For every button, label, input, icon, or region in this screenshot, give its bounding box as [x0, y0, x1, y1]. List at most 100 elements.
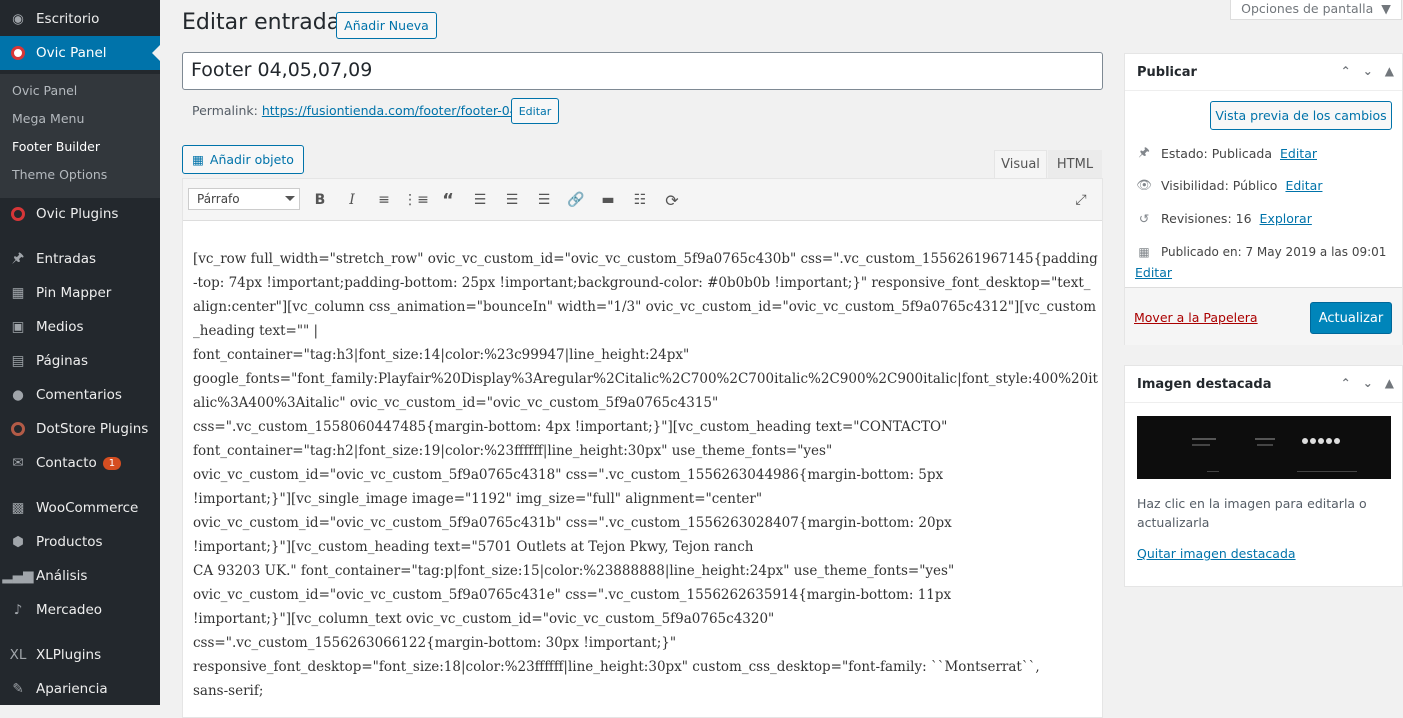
sidebar-item-apariencia[interactable]: ✎ Apariencia: [0, 672, 160, 706]
permalink-edit-button[interactable]: Editar: [511, 98, 559, 124]
sidebar-item-medios[interactable]: ▣ Medios: [0, 310, 160, 344]
footer-preview-image: [1137, 416, 1391, 479]
toolbar-toggle-icon[interactable]: ☷: [629, 189, 651, 211]
publish-visibility: 👁 Visibilidad: Público Editar: [1135, 177, 1322, 193]
sidebar-item-label: Pin Mapper: [36, 285, 112, 301]
sidebar-item-analisis[interactable]: ▂▄▆ Análisis: [0, 559, 160, 593]
chevron-up-icon[interactable]: ⌃: [1341, 64, 1351, 78]
numbered-list-icon[interactable]: ⋮≡: [403, 189, 429, 211]
mail-icon: ✉: [12, 455, 24, 471]
sidebar-item-ovic-plugins[interactable]: Ovic Plugins: [0, 197, 160, 231]
products-icon: ⬢: [12, 534, 24, 550]
screen-options-label: Opciones de pantalla: [1241, 0, 1374, 16]
publish-status: 🖈 Estado: Publicada Editar: [1135, 143, 1317, 164]
sidebar-item-label: Ovic Panel: [36, 45, 107, 61]
align-center-icon[interactable]: ☰: [501, 189, 523, 211]
sidebar-item-label: Apariencia: [36, 681, 108, 697]
sidebar-item-entradas[interactable]: 🖈 Entradas: [0, 242, 160, 276]
permalink-link[interactable]: https://fusiontienda.com/footer/footer-0…: [262, 103, 522, 118]
sidebar-item-contacto[interactable]: ✉ Contacto 1: [0, 446, 160, 480]
sidebar-item-xlplugins[interactable]: XL XLPlugins: [0, 638, 160, 672]
preview-changes-button[interactable]: Vista previa de los cambios: [1210, 101, 1392, 130]
submenu-footer-builder[interactable]: Footer Builder: [12, 139, 100, 154]
featured-image-thumbnail[interactable]: [1137, 416, 1391, 479]
history-icon: ↺: [1138, 211, 1150, 226]
submenu-theme-options[interactable]: Theme Options: [12, 167, 107, 182]
featured-image-help: Haz clic en la imagen para editarla o ac…: [1137, 496, 1367, 530]
bold-icon[interactable]: B: [309, 189, 331, 211]
tab-html[interactable]: HTML: [1048, 150, 1102, 178]
format-select[interactable]: Párrafo: [188, 188, 300, 210]
sidebar-item-label: Mercadeo: [36, 602, 103, 618]
eye-icon: 👁: [1136, 177, 1152, 192]
sidebar-item-comentarios[interactable]: ● Comentarios: [0, 378, 160, 412]
add-new-button[interactable]: Añadir Nueva: [336, 12, 437, 39]
notification-badge: 1: [102, 456, 122, 470]
add-object-button[interactable]: ▦ Añadir objeto: [182, 145, 304, 174]
chevron-up-icon[interactable]: ⌃: [1341, 376, 1351, 390]
submenu-ovic-panel[interactable]: Ovic Panel: [12, 83, 77, 98]
dotstore-icon: [0, 422, 36, 436]
editor-toolbar: Párrafo B I ≡ ⋮≡ “ ☰ ☰ ☰ 🔗 ▬ ☷ ⟳ ⤢: [183, 179, 1102, 221]
align-left-icon[interactable]: ☰: [469, 189, 491, 211]
sidebar-item-label: Productos: [36, 534, 103, 550]
chevron-down-icon[interactable]: ⌄: [1363, 376, 1373, 390]
featured-image-panel: Imagen destacada ⌃ ⌄ ▲ Haz clic en la imag…: [1124, 365, 1403, 587]
sidebar-item-label: Escritorio: [36, 11, 100, 27]
align-right-icon[interactable]: ☰: [533, 189, 555, 211]
sidebar-item-label: Comentarios: [36, 387, 122, 403]
content-editor: Párrafo B I ≡ ⋮≡ “ ☰ ☰ ☰ 🔗 ▬ ☷ ⟳ ⤢ [vc_r…: [182, 178, 1103, 718]
pin-icon: 🖈: [11, 249, 25, 266]
sidebar-item-mercadeo[interactable]: ♪ Mercadeo: [0, 593, 160, 627]
publish-actions: Mover a la Papelera Actualizar: [1125, 287, 1402, 345]
chevron-down-icon[interactable]: ⌄: [1363, 64, 1373, 78]
toggle-panel-icon[interactable]: ▲: [1385, 64, 1394, 78]
sidebar-item-label: Medios: [36, 319, 84, 335]
sidebar-item-label: Entradas: [36, 251, 97, 267]
sidebar-item-label: Análisis: [36, 568, 88, 584]
xl-icon: XL: [9, 647, 27, 663]
status-edit-link[interactable]: Editar: [1280, 146, 1317, 161]
editor-content[interactable]: [vc_row full_width="stretch_row" ovic_vc…: [193, 247, 1098, 703]
analytics-icon: ▂▄▆: [2, 568, 34, 584]
sidebar-item-escritorio[interactable]: ◉ Escritorio: [0, 2, 160, 36]
publish-date: ▦ Publicado en: 7 May 2019 a las 09:01: [1135, 245, 1386, 259]
sidebar-item-paginas[interactable]: ▤ Páginas: [0, 344, 160, 378]
media-icon: ▣: [11, 319, 25, 335]
revisions-label: Revisiones: 16: [1161, 211, 1252, 226]
pin-mapper-icon: ▦: [11, 285, 25, 301]
update-button[interactable]: Actualizar: [1310, 302, 1392, 334]
ovic-plugins-icon: [0, 207, 36, 221]
refresh-icon[interactable]: ⟳: [661, 189, 683, 211]
read-more-icon[interactable]: ▬: [597, 189, 619, 211]
sidebar-item-label: WooCommerce: [36, 500, 139, 516]
bullet-list-icon[interactable]: ≡: [373, 189, 395, 211]
sidebar-item-label: Contacto: [36, 455, 97, 471]
revisions-browse-link[interactable]: Explorar: [1260, 211, 1312, 226]
screen-options-button[interactable]: Opciones de pantalla ▼: [1230, 0, 1402, 20]
fullscreen-icon[interactable]: ⤢: [1070, 189, 1092, 211]
publish-date-edit: Editar: [1135, 265, 1172, 280]
sidebar-item-pin-mapper[interactable]: ▦ Pin Mapper: [0, 276, 160, 310]
move-to-trash-link[interactable]: Mover a la Papelera: [1134, 310, 1258, 325]
sidebar-item-productos[interactable]: ⬢ Productos: [0, 525, 160, 559]
sidebar-item-dotstore-plugins[interactable]: DotStore Plugins: [0, 412, 160, 446]
blockquote-icon[interactable]: “: [437, 189, 459, 211]
sidebar-item-ovic-panel[interactable]: Ovic Panel: [0, 36, 160, 70]
caret-down-icon: ▼: [1381, 0, 1391, 16]
publish-revisions: ↺ Revisiones: 16 Explorar: [1135, 211, 1312, 226]
link-icon[interactable]: 🔗: [565, 189, 587, 211]
visibility-edit-link[interactable]: Editar: [1285, 178, 1322, 193]
italic-icon[interactable]: I: [341, 189, 363, 211]
published-date-edit-link[interactable]: Editar: [1135, 265, 1172, 280]
tab-visual[interactable]: Visual: [994, 150, 1047, 178]
publish-panel-header: Publicar ⌃ ⌄ ▲: [1125, 54, 1402, 91]
post-title-input[interactable]: Footer 04,05,07,09: [182, 52, 1103, 90]
woocommerce-icon: ▩: [11, 500, 25, 516]
remove-featured-image-link[interactable]: Quitar imagen destacada: [1137, 546, 1296, 561]
permalink: Permalink: https://fusiontienda.com/foot…: [192, 103, 522, 118]
submenu-mega-menu[interactable]: Mega Menu: [12, 111, 84, 126]
admin-sidebar: ◉ Escritorio Ovic Panel Ovic Panel Mega M…: [0, 0, 160, 705]
toggle-panel-icon[interactable]: ▲: [1385, 376, 1394, 390]
sidebar-item-woocommerce[interactable]: ▩ WooCommerce: [0, 491, 160, 525]
